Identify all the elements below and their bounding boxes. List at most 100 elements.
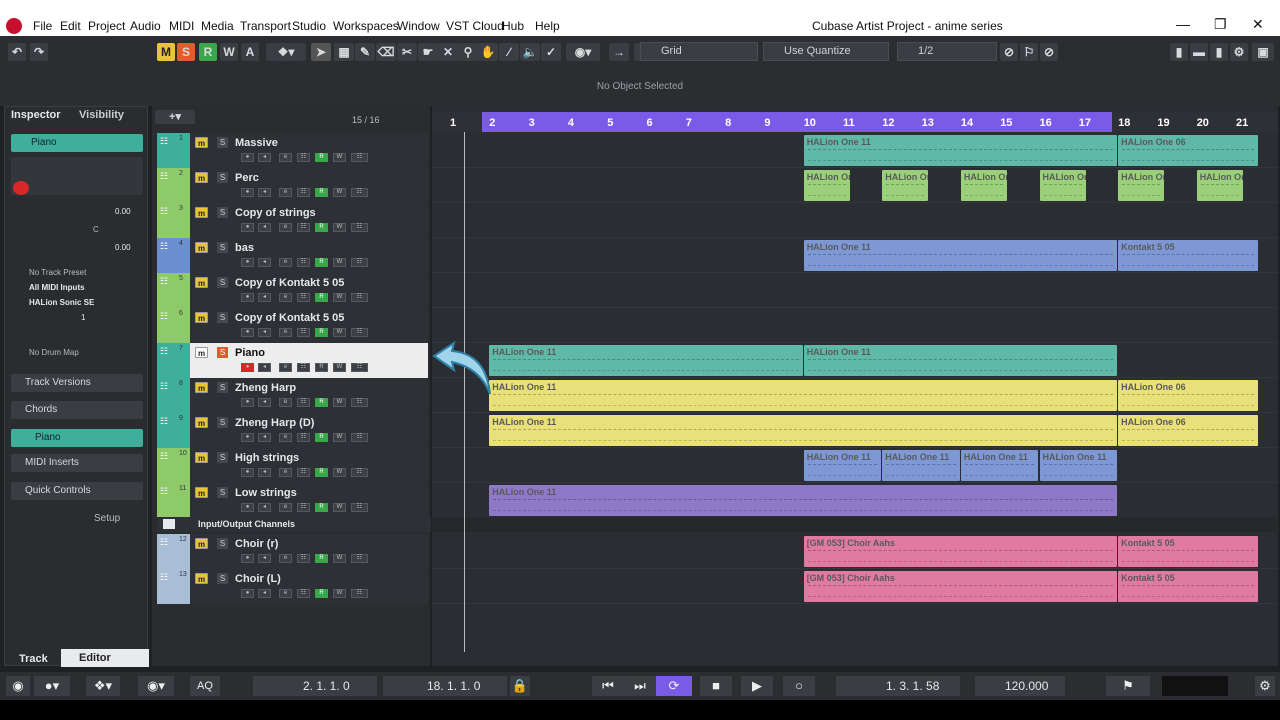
- play-tool-icon[interactable]: 🔈: [520, 43, 540, 61]
- section-track-versions[interactable]: Track Versions: [11, 374, 143, 392]
- midi-part[interactable]: HALion One 06: [1118, 380, 1258, 411]
- monitor-button[interactable]: ◂: [258, 258, 271, 267]
- setup-window-layout-icon[interactable]: ⚙: [1230, 43, 1248, 61]
- write-button[interactable]: W: [333, 188, 346, 197]
- keyboard-button[interactable]: ☷: [351, 363, 368, 372]
- track-color-strip[interactable]: ☷ 2: [157, 168, 190, 203]
- solo-button[interactable]: S: [217, 207, 228, 218]
- menu-window[interactable]: Window: [397, 19, 440, 33]
- track-color-strip[interactable]: ☷ 8: [157, 378, 190, 413]
- keyboard-button[interactable]: ☷: [351, 293, 368, 302]
- midi-part[interactable]: HALion One 11: [803, 240, 1118, 271]
- midi-part[interactable]: Kontakt 5 05: [1118, 571, 1258, 602]
- midi-part[interactable]: HALion One 11: [882, 450, 960, 481]
- read-button[interactable]: R: [315, 258, 328, 267]
- track-lane[interactable]: HALion One 11 HALion One 11 HALion One 11 H…: [432, 448, 1278, 483]
- midi-part[interactable]: [GM 053] Choir Aahs: [803, 536, 1118, 567]
- close-icon[interactable]: ✕: [1252, 16, 1264, 33]
- edit-button[interactable]: e: [279, 503, 292, 512]
- mute-button[interactable]: m: [195, 347, 208, 358]
- add-track-icon[interactable]: +▾: [155, 110, 195, 124]
- record-enable-button[interactable]: ●: [241, 503, 254, 512]
- midi-part[interactable]: HALion Or: [1039, 170, 1086, 201]
- edit-button[interactable]: e: [279, 468, 292, 477]
- edit-button[interactable]: e: [279, 589, 292, 598]
- record-enable-button[interactable]: ●: [241, 153, 254, 162]
- track-header[interactable]: m S Copy of Kontakt 5 05 ● ◂ e ☷ R W ☷: [190, 308, 428, 343]
- lock-icon[interactable]: 🔒: [510, 676, 530, 696]
- constrain-delay-icon[interactable]: ❖▾: [266, 43, 306, 61]
- read-button[interactable]: R: [315, 363, 328, 372]
- minimize-icon[interactable]: —: [1176, 16, 1190, 32]
- tempo[interactable]: 120.000: [975, 676, 1065, 696]
- solo-button[interactable]: S: [217, 277, 228, 288]
- hand-tool-icon[interactable]: ✋: [478, 43, 498, 61]
- section-midi-inserts[interactable]: MIDI Inserts: [11, 454, 143, 472]
- monitor-button[interactable]: ◂: [258, 433, 271, 442]
- record-enable-button[interactable]: ●: [241, 258, 254, 267]
- keyboard-button[interactable]: ☷: [351, 153, 368, 162]
- lanes-button[interactable]: ☷: [297, 258, 310, 267]
- mute-button[interactable]: m: [195, 417, 208, 428]
- draw-tool-icon[interactable]: ✎: [355, 43, 375, 61]
- metronome-mode-icon[interactable]: ◉▾: [138, 676, 174, 696]
- snap-toggle-icon[interactable]: →: [609, 43, 629, 61]
- write-button[interactable]: W: [333, 503, 346, 512]
- edit-button[interactable]: e: [279, 293, 292, 302]
- track-header[interactable]: m S Copy of Kontakt 5 05 ● ◂ e ☷ R W ☷: [190, 273, 428, 308]
- track-name[interactable]: bas: [235, 242, 254, 254]
- keyboard-button[interactable]: ☷: [351, 398, 368, 407]
- record-enable-button[interactable]: ●: [241, 328, 254, 337]
- track-4[interactable]: ☷ 4 m S bas ● ◂ e ☷ R W ☷: [157, 238, 431, 273]
- lanes-button[interactable]: ☷: [297, 153, 310, 162]
- edit-button[interactable]: e: [279, 188, 292, 197]
- settings-icon[interactable]: ◉: [6, 676, 30, 696]
- track-color-strip[interactable]: ☷ 11: [157, 483, 190, 518]
- redo-icon[interactable]: ↷: [30, 43, 48, 61]
- color-tool-icon[interactable]: ✓: [541, 43, 561, 61]
- track-2[interactable]: ☷ 2 m S Perc ● ◂ e ☷ R W ☷: [157, 168, 431, 203]
- transport-settings-icon[interactable]: ⚙: [1255, 676, 1275, 696]
- track-8[interactable]: ☷ 8 m S Zheng Harp ● ◂ e ☷ R W ☷: [157, 378, 431, 413]
- track-name[interactable]: Choir (L): [235, 573, 281, 585]
- keyboard-button[interactable]: ☷: [351, 328, 368, 337]
- track-color-strip[interactable]: ☷ 3: [157, 203, 190, 238]
- read-button[interactable]: R: [315, 554, 328, 563]
- quantize-panel-icon[interactable]: ⊘: [1040, 43, 1058, 61]
- midi-part[interactable]: HALion One 11: [489, 485, 1118, 516]
- track-10[interactable]: ☷ 10 m S High strings ● ◂ e ☷ R W ☷: [157, 448, 431, 483]
- instrument-output[interactable]: HALion Sonic SE: [29, 298, 94, 307]
- monitor-button[interactable]: ◂: [258, 153, 271, 162]
- lanes-button[interactable]: ☷: [297, 503, 310, 512]
- section-chords[interactable]: Chords: [11, 401, 143, 419]
- track-header[interactable]: m S Choir (r) ● ◂ e ☷ R W ☷: [190, 534, 428, 569]
- marker-icon[interactable]: ⚑: [1106, 676, 1150, 696]
- track-6[interactable]: ☷ 6 m S Copy of Kontakt 5 05 ● ◂ e ☷ R W …: [157, 308, 431, 343]
- monitor-button[interactable]: ◂: [258, 554, 271, 563]
- track-3[interactable]: ☷ 3 m S Copy of strings ● ◂ e ☷ R W ☷: [157, 203, 431, 238]
- record-enable-button[interactable]: ●: [241, 398, 254, 407]
- auto-quantize-button[interactable]: AQ: [190, 676, 220, 696]
- lanes-button[interactable]: ☷: [297, 293, 310, 302]
- track-name[interactable]: Perc: [235, 172, 259, 184]
- track-header[interactable]: m S Zheng Harp ● ◂ e ☷ R W ☷: [190, 378, 428, 413]
- mediabay-icon[interactable]: ▣: [1252, 43, 1274, 61]
- track-11[interactable]: ☷ 11 m S Low strings ● ◂ e ☷ R W ☷: [157, 483, 431, 518]
- track-color-strip[interactable]: ☷ 5: [157, 273, 190, 308]
- monitor-button[interactable]: ◂: [258, 589, 271, 598]
- color-palette-icon[interactable]: ◉▾: [566, 43, 600, 61]
- record-enable-icon[interactable]: [13, 181, 29, 195]
- glue-tool-icon[interactable]: ☛: [418, 43, 438, 61]
- edit-button[interactable]: e: [279, 258, 292, 267]
- solo-button[interactable]: S: [217, 382, 228, 393]
- read-button[interactable]: R: [315, 433, 328, 442]
- solo-button[interactable]: S: [217, 137, 228, 148]
- section-channel[interactable]: Piano: [11, 429, 143, 447]
- track-lane[interactable]: [432, 273, 1278, 308]
- record-enable-button[interactable]: ●: [241, 223, 254, 232]
- midi-part[interactable]: HALion One 11: [960, 450, 1039, 481]
- mute-button[interactable]: M: [157, 43, 175, 61]
- menu-edit[interactable]: Edit: [60, 19, 81, 33]
- undo-icon[interactable]: ↶: [8, 43, 26, 61]
- tab-inspector[interactable]: Inspector: [11, 109, 61, 125]
